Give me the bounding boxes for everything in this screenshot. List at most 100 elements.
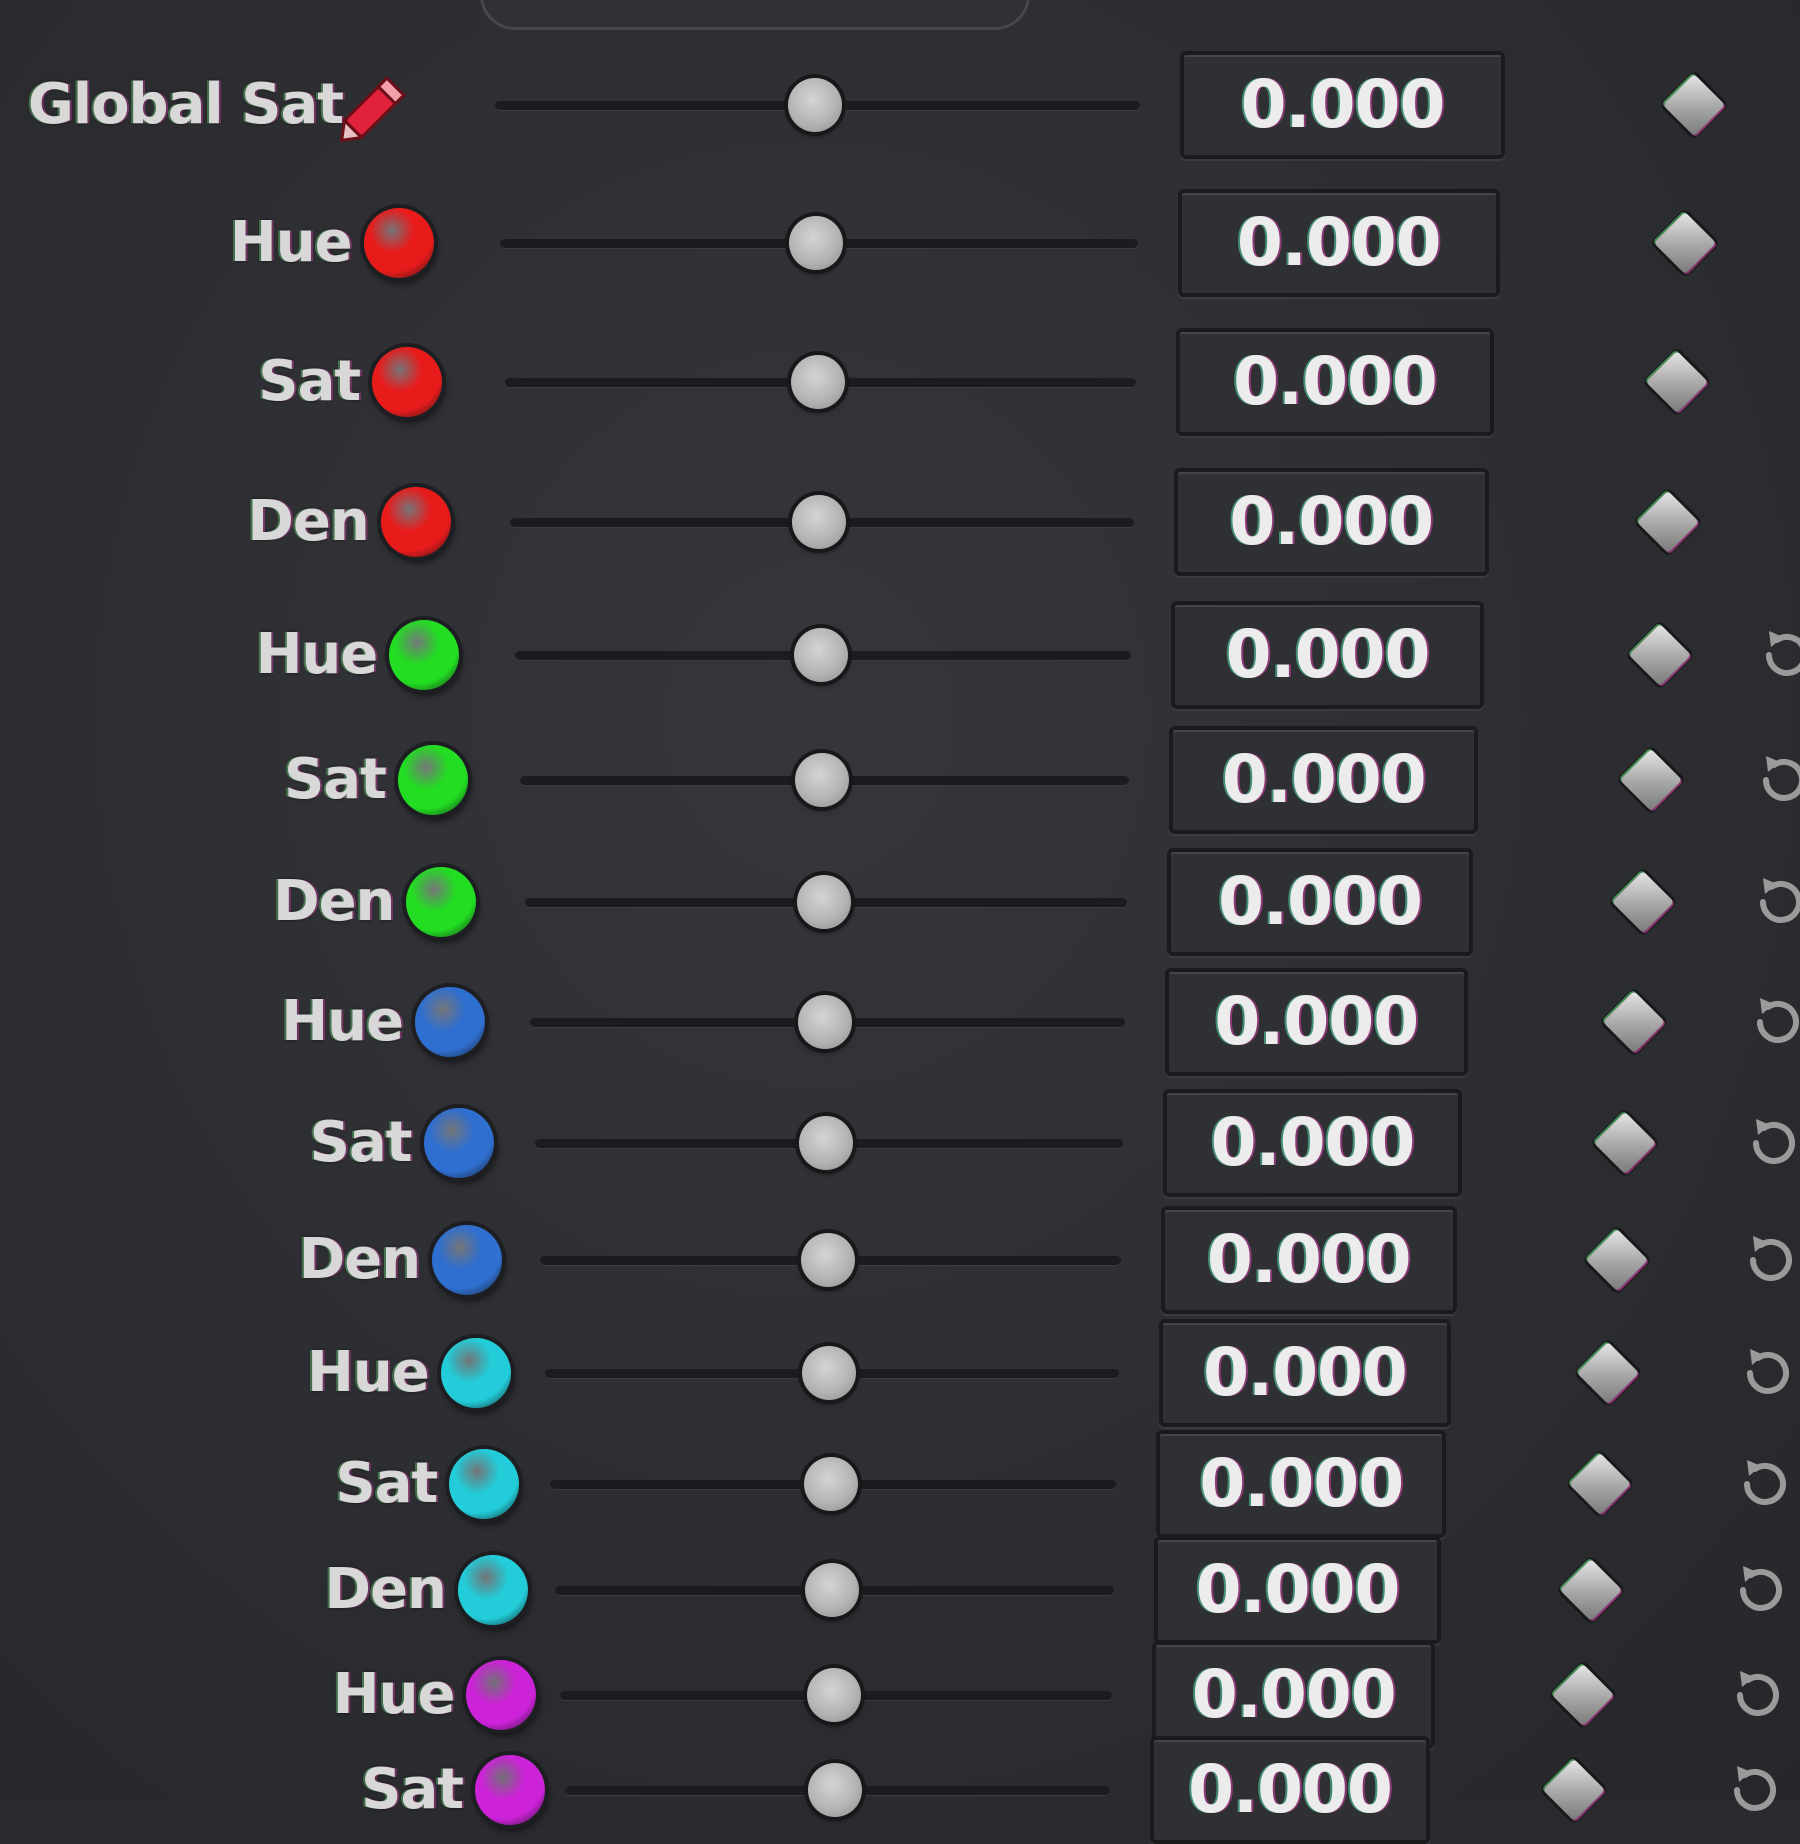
value-field[interactable]: 0.000 xyxy=(1167,848,1473,956)
param-label: Sat xyxy=(284,748,386,812)
reset-icon[interactable] xyxy=(1749,870,1800,934)
slider-knob[interactable] xyxy=(801,1233,855,1287)
value-text: 0.000 xyxy=(1163,1323,1448,1423)
blue-dot xyxy=(424,1108,494,1178)
red-dot xyxy=(364,208,434,278)
keyframe-diamond-icon[interactable] xyxy=(1629,624,1691,686)
slider-knob[interactable] xyxy=(792,495,846,549)
value-field[interactable]: 0.000 xyxy=(1159,1319,1452,1427)
param-label: Sat xyxy=(335,1452,437,1516)
value-field[interactable]: 0.000 xyxy=(1171,601,1483,709)
reset-icon[interactable] xyxy=(1736,1341,1800,1405)
param-label: Sat xyxy=(361,1758,463,1822)
keyframe-diamond-icon[interactable] xyxy=(1569,1453,1631,1515)
keyframe-diamond-icon[interactable] xyxy=(1654,212,1716,274)
slider-knob[interactable] xyxy=(808,1763,862,1817)
param-label: Global Sat xyxy=(28,73,343,137)
slider-knob[interactable] xyxy=(794,628,848,682)
slider-knob[interactable] xyxy=(802,1346,856,1400)
cyan-dot xyxy=(458,1555,528,1625)
color-panel: Global Sat 0.000 Hue 0.000 Sat 0.000 Den 0.000 H… xyxy=(0,0,1800,1800)
keyframe-diamond-icon[interactable] xyxy=(1637,491,1699,553)
green-dot xyxy=(398,745,468,815)
value-field[interactable]: 0.000 xyxy=(1176,328,1495,436)
value-field[interactable]: 0.000 xyxy=(1165,968,1468,1076)
value-text: 0.000 xyxy=(1180,332,1491,432)
keyframe-diamond-icon[interactable] xyxy=(1620,749,1682,811)
cyan-dot xyxy=(449,1449,519,1519)
value-field[interactable]: 0.000 xyxy=(1150,1736,1430,1844)
red-dot xyxy=(372,347,442,417)
reset-icon[interactable] xyxy=(1733,1452,1797,1516)
slider-knob[interactable] xyxy=(805,1563,859,1617)
reset-icon[interactable] xyxy=(1723,1758,1787,1822)
param-label: Hue xyxy=(230,211,352,275)
slider-knob[interactable] xyxy=(795,753,849,807)
value-text: 0.000 xyxy=(1165,1210,1453,1310)
value-text: 0.000 xyxy=(1154,1740,1426,1840)
top-partial-button[interactable] xyxy=(480,0,1030,30)
red-dot xyxy=(381,487,451,557)
param-label: Den xyxy=(299,1228,420,1292)
value-text: 0.000 xyxy=(1182,193,1496,293)
value-field[interactable]: 0.000 xyxy=(1152,1641,1435,1749)
value-text: 0.000 xyxy=(1178,472,1485,572)
value-field[interactable]: 0.000 xyxy=(1163,1089,1462,1197)
keyframe-diamond-icon[interactable] xyxy=(1577,1342,1639,1404)
keyframe-diamond-icon[interactable] xyxy=(1646,351,1708,413)
value-field[interactable]: 0.000 xyxy=(1174,468,1489,576)
value-text: 0.000 xyxy=(1173,730,1474,830)
reset-icon[interactable] xyxy=(1746,990,1800,1054)
cyan-dot xyxy=(441,1338,511,1408)
reset-icon[interactable] xyxy=(1739,1228,1800,1292)
keyframe-diamond-icon[interactable] xyxy=(1560,1559,1622,1621)
value-field[interactable]: 0.000 xyxy=(1154,1536,1440,1644)
param-label: Hue xyxy=(281,990,403,1054)
value-text: 0.000 xyxy=(1167,1093,1458,1193)
value-field[interactable]: 0.000 xyxy=(1169,726,1478,834)
slider-knob[interactable] xyxy=(791,355,845,409)
param-label: Sat xyxy=(310,1111,412,1175)
green-dot xyxy=(389,620,459,690)
value-text: 0.000 xyxy=(1184,55,1501,155)
param-label: Den xyxy=(273,870,394,934)
reset-icon[interactable] xyxy=(1726,1663,1790,1727)
value-field[interactable]: 0.000 xyxy=(1180,51,1505,159)
param-label: Hue xyxy=(307,1341,429,1405)
slider-knob[interactable] xyxy=(807,1668,861,1722)
green-dot xyxy=(406,867,476,937)
keyframe-diamond-icon[interactable] xyxy=(1594,1112,1656,1174)
slider-knob[interactable] xyxy=(798,995,852,1049)
keyframe-diamond-icon[interactable] xyxy=(1543,1759,1605,1821)
value-text: 0.000 xyxy=(1169,972,1464,1072)
value-text: 0.000 xyxy=(1160,1434,1442,1534)
value-text: 0.000 xyxy=(1171,852,1469,952)
reset-icon[interactable] xyxy=(1755,623,1800,687)
magenta-dot xyxy=(466,1660,536,1730)
value-field[interactable]: 0.000 xyxy=(1161,1206,1457,1314)
value-field[interactable]: 0.000 xyxy=(1178,189,1500,297)
reset-icon[interactable] xyxy=(1729,1558,1793,1622)
value-text: 0.000 xyxy=(1156,1645,1431,1745)
keyframe-diamond-icon[interactable] xyxy=(1551,1664,1613,1726)
keyframe-diamond-icon[interactable] xyxy=(1603,991,1665,1053)
keyframe-diamond-icon[interactable] xyxy=(1663,74,1725,136)
reset-icon[interactable] xyxy=(1752,748,1800,812)
slider-knob[interactable] xyxy=(799,1116,853,1170)
param-label: Sat xyxy=(258,350,360,414)
value-text: 0.000 xyxy=(1175,605,1479,705)
slider-knob[interactable] xyxy=(804,1457,858,1511)
keyframe-diamond-icon[interactable] xyxy=(1611,871,1673,933)
param-label: Hue xyxy=(256,623,378,687)
slider-knob[interactable] xyxy=(788,78,842,132)
magenta-dot xyxy=(475,1755,545,1825)
param-label: Den xyxy=(247,490,368,554)
slider-knob[interactable] xyxy=(789,216,843,270)
pencil-icon[interactable] xyxy=(335,63,419,147)
slider-knob[interactable] xyxy=(797,875,851,929)
param-label: Hue xyxy=(333,1663,455,1727)
value-field[interactable]: 0.000 xyxy=(1156,1430,1446,1538)
reset-icon[interactable] xyxy=(1742,1111,1800,1175)
value-text: 0.000 xyxy=(1158,1540,1436,1640)
keyframe-diamond-icon[interactable] xyxy=(1586,1229,1648,1291)
